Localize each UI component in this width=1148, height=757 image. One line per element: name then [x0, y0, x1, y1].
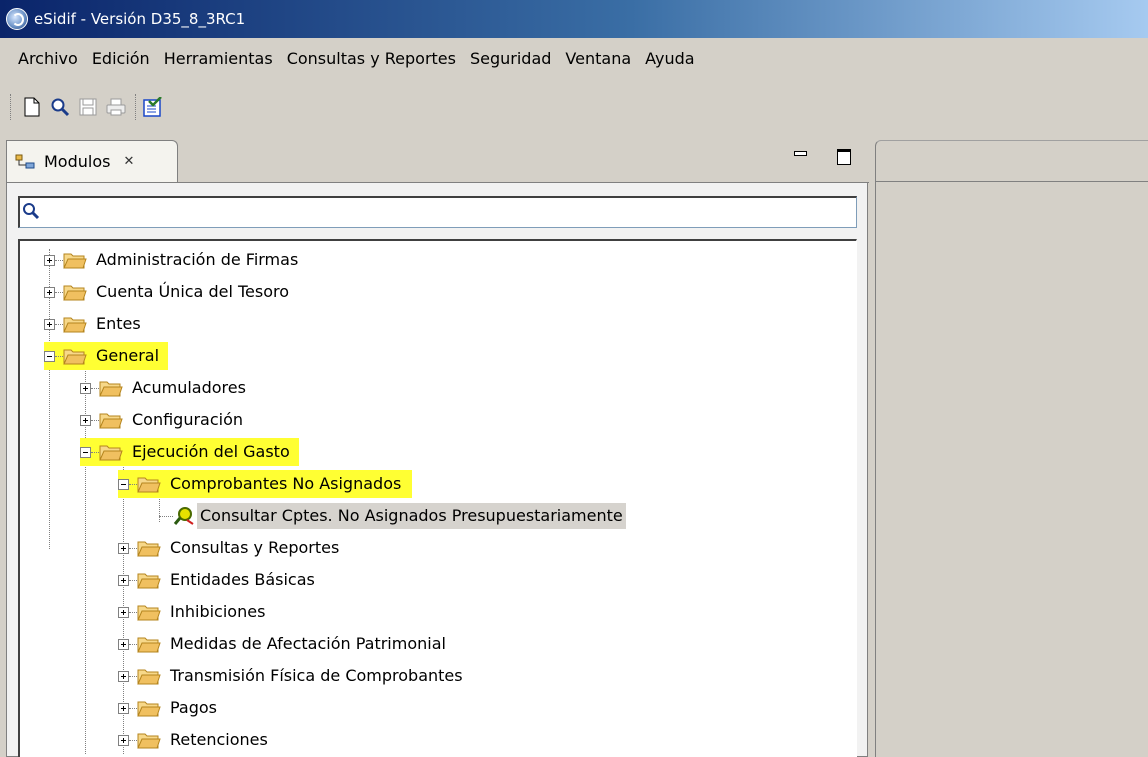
save-icon[interactable]: [75, 94, 101, 120]
editor-area: [875, 140, 1148, 757]
tree-item[interactable]: Medidas de Afectación Patrimonial: [118, 630, 449, 658]
tree-item[interactable]: Entidades Básicas: [118, 566, 318, 594]
tree-item-consultar-cptes[interactable]: Consultar Cptes. No Asignados Presupuest…: [159, 502, 626, 530]
checklist-icon[interactable]: [140, 94, 166, 120]
expand-icon[interactable]: [118, 670, 129, 682]
tree-item[interactable]: Consultas y Reportes: [118, 534, 342, 562]
tree-item-label: Consultar Cptes. No Asignados Presupuest…: [197, 503, 626, 529]
tree-item-label: Entes: [96, 314, 141, 333]
folder-icon: [137, 701, 161, 717]
hierarchy-icon: [15, 154, 35, 170]
folder-icon: [99, 445, 123, 461]
menu-ayuda[interactable]: Ayuda: [638, 49, 701, 68]
folder-icon: [63, 285, 87, 301]
tab-modulos-label: Modulos: [44, 151, 111, 171]
menu-archivo[interactable]: Archivo: [0, 49, 85, 68]
tree-item-label: Comprobantes No Asignados: [170, 474, 402, 493]
expand-icon[interactable]: [80, 382, 91, 394]
editor-body: [875, 182, 1148, 757]
folder-icon: [99, 381, 123, 397]
folder-icon: [63, 349, 87, 365]
folder-icon: [137, 573, 161, 589]
view-sash[interactable]: [870, 140, 874, 757]
expand-icon[interactable]: [44, 286, 55, 298]
expand-icon[interactable]: [44, 318, 55, 330]
new-document-icon[interactable]: [19, 94, 45, 120]
tree-item[interactable]: Administración de Firmas: [44, 246, 301, 274]
expand-icon[interactable]: [118, 574, 129, 586]
tree-item-general[interactable]: General: [44, 342, 169, 370]
menu-ventana[interactable]: Ventana: [558, 49, 638, 68]
tree-item-label: Pagos: [170, 698, 218, 717]
print-icon[interactable]: [103, 94, 129, 120]
tree-item-label: Inhibiciones: [170, 602, 266, 621]
tree-item[interactable]: Configuración: [80, 406, 246, 434]
tree-item-label: Consultas y Reportes: [170, 538, 340, 557]
modules-view: Modulos ✕ Administración de Firmas Cuent…: [6, 140, 869, 757]
close-icon[interactable]: ✕: [123, 154, 134, 169]
folder-icon: [137, 669, 161, 685]
expand-icon[interactable]: [118, 606, 129, 618]
search-field-icon: [22, 202, 40, 224]
expand-icon[interactable]: [118, 638, 129, 650]
tree-item-label: Medidas de Afectación Patrimonial: [170, 634, 446, 653]
modules-tab-row: Modulos ✕: [6, 140, 869, 183]
expand-icon[interactable]: [118, 702, 129, 714]
minimize-icon[interactable]: [792, 148, 808, 164]
collapse-icon[interactable]: [44, 350, 55, 362]
tree-item-label: Configuración: [132, 410, 244, 429]
title-bar: eSidif - Versión D35_8_3RC1: [0, 0, 1148, 38]
menu-edicion[interactable]: Edición: [85, 49, 157, 68]
folder-icon: [137, 541, 161, 557]
window-title: eSidif - Versión D35_8_3RC1: [34, 10, 246, 28]
folder-icon: [137, 605, 161, 621]
tree-item-label: Administración de Firmas: [96, 250, 299, 269]
expand-icon[interactable]: [118, 734, 129, 746]
tree-item-label: Transmisión Física de Comprobantes: [170, 666, 463, 685]
menu-seguridad[interactable]: Seguridad: [463, 49, 558, 68]
expand-icon[interactable]: [118, 542, 129, 554]
collapse-icon[interactable]: [118, 478, 129, 490]
app-icon: [6, 8, 28, 30]
menu-consultas-y-reportes[interactable]: Consultas y Reportes: [280, 49, 463, 68]
tree-item-label: Retenciones: [170, 730, 268, 749]
module-search[interactable]: [18, 196, 857, 228]
menu-herramientas[interactable]: Herramientas: [157, 49, 280, 68]
menu-bar: Archivo Edición Herramientas Consultas y…: [0, 40, 1148, 76]
search-icon[interactable]: [47, 94, 73, 120]
folder-icon: [137, 733, 161, 749]
folder-icon: [99, 413, 123, 429]
tree-item[interactable]: Pagos: [118, 694, 220, 722]
toolbar: [0, 88, 1148, 126]
tree-item-ejecucion-del-gasto[interactable]: Ejecución del Gasto: [80, 438, 299, 466]
tree-item[interactable]: Retenciones: [118, 726, 271, 754]
expand-icon[interactable]: [44, 254, 55, 266]
modules-content: Administración de Firmas Cuenta Única de…: [6, 183, 868, 757]
toolbar-grip[interactable]: [10, 94, 13, 120]
tree-item-comprobantes-no-asignados[interactable]: Comprobantes No Asignados: [118, 470, 413, 498]
folder-icon: [137, 477, 161, 493]
folder-icon: [63, 253, 87, 269]
expand-icon[interactable]: [80, 414, 91, 426]
tree-item-label: General: [96, 346, 160, 365]
tree-item-label: Cuenta Única del Tesoro: [96, 282, 290, 301]
tree-item[interactable]: Entes: [44, 310, 144, 338]
collapse-icon[interactable]: [80, 446, 91, 458]
tab-modulos[interactable]: Modulos ✕: [6, 140, 178, 182]
tree-item-label: Acumuladores: [132, 378, 246, 397]
query-icon: [173, 507, 194, 525]
modules-tree[interactable]: Administración de Firmas Cuenta Única de…: [18, 239, 857, 757]
maximize-icon[interactable]: [836, 148, 852, 165]
toolbar-separator: [135, 94, 136, 120]
folder-icon: [137, 637, 161, 653]
tree-item[interactable]: Cuenta Única del Tesoro: [44, 278, 292, 306]
tree-item[interactable]: Inhibiciones: [118, 598, 268, 626]
editor-tab-row: [875, 140, 1148, 182]
tree-item[interactable]: Acumuladores: [80, 374, 249, 402]
tree-item-label: Ejecución del Gasto: [132, 442, 290, 461]
tree-item[interactable]: Transmisión Física de Comprobantes: [118, 662, 466, 690]
search-input[interactable]: [44, 200, 848, 226]
tree-item-label: Entidades Básicas: [170, 570, 315, 589]
folder-icon: [63, 317, 87, 333]
